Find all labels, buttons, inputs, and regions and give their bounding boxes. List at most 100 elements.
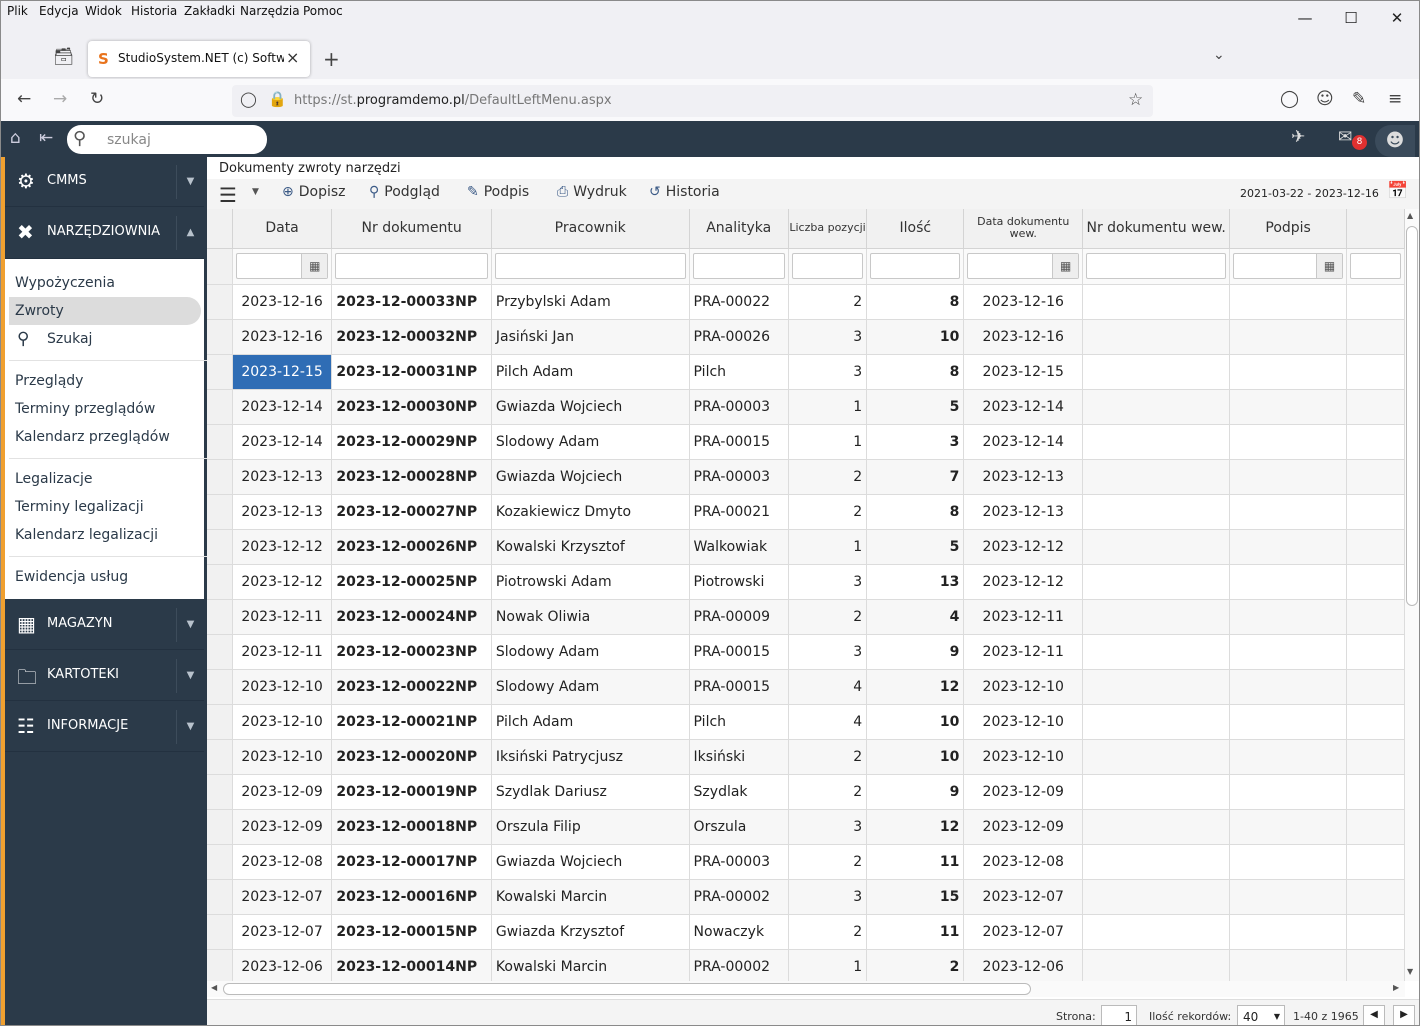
print-button[interactable]: ⎙ Wydruk [557, 184, 627, 200]
cell-podpis[interactable] [1229, 459, 1348, 495]
new-tab-icon[interactable]: + [323, 47, 340, 71]
table-row[interactable]: 2023-12-13 2023-12-00028NP Gwiazda Wojciec… [207, 459, 1405, 495]
cell-nr-dokumentu[interactable]: 2023-12-00022NP [331, 669, 492, 705]
cell-nr-dokumentu-wew[interactable] [1082, 739, 1231, 775]
cell-data-dokumentu-wew[interactable]: 2023-12-13 [963, 494, 1084, 530]
cell-data[interactable]: 2023-12-12 [232, 529, 333, 565]
cell-analityka[interactable]: Nowaczyk [689, 914, 789, 950]
cell-data-dokumentu-wew[interactable]: 2023-12-15 [963, 354, 1084, 390]
cell-pracownik[interactable]: Pilch Adam [491, 704, 690, 740]
cell-data[interactable]: 2023-12-15 [232, 354, 333, 390]
cell-podpis[interactable] [1229, 389, 1348, 425]
row-indicator[interactable] [207, 634, 233, 670]
sidebar-section-cmms[interactable]: ⚙ CMMS ▼ [5, 157, 204, 207]
chevron-down-icon[interactable]: ▼ [176, 165, 204, 199]
lock-icon[interactable]: 🔒 [268, 90, 287, 108]
column-header-podpis[interactable]: Podpis [1229, 209, 1348, 249]
cell-liczba-pozycji[interactable]: 2 [788, 774, 868, 810]
sidebar-item-kalendarz-legalizacji[interactable]: Kalendarz legalizacji [15, 527, 158, 543]
cell-pracownik[interactable]: Slodowy Adam [491, 669, 690, 705]
cell-data[interactable]: 2023-12-09 [232, 809, 333, 845]
cell-podpis[interactable] [1229, 914, 1348, 950]
cell-analityka[interactable]: Iksiński [689, 739, 789, 775]
sidebar-item-kalendarz-przegladow[interactable]: Kalendarz przeglądów [15, 429, 170, 445]
plane-icon[interactable]: ✈ [1291, 127, 1305, 147]
table-row[interactable]: 2023-12-07 2023-12-00016NP Kowalski Marcin… [207, 879, 1405, 915]
cell-nr-dokumentu-wew[interactable] [1082, 319, 1231, 355]
cell-nr-dokumentu[interactable]: 2023-12-00024NP [331, 599, 492, 635]
table-row[interactable]: 2023-12-15 2023-12-00031NP Pilch Adam Pilch… [207, 354, 1405, 390]
cell-pracownik[interactable]: Kowalski Marcin [491, 949, 690, 981]
cell-data-dokumentu-wew[interactable]: 2023-12-09 [963, 809, 1084, 845]
cell-nr-dokumentu-wew[interactable] [1082, 809, 1231, 845]
cell-nr-dokumentu[interactable]: 2023-12-00032NP [331, 319, 492, 355]
cell-ilosc[interactable]: 8 [866, 494, 965, 530]
table-row[interactable]: 2023-12-11 2023-12-00023NP Slodowy Adam PRA… [207, 634, 1405, 670]
cell-analityka[interactable]: PRA-00015 [689, 669, 789, 705]
cell-ilosc[interactable]: 10 [866, 319, 965, 355]
filter-liczba-pozycji[interactable] [788, 248, 868, 285]
cell-data[interactable]: 2023-12-11 [232, 634, 333, 670]
cell-analityka[interactable]: PRA-00021 [689, 494, 789, 530]
cell-podpis[interactable] [1229, 424, 1348, 460]
cell-liczba-pozycji[interactable]: 1 [788, 389, 868, 425]
cell-pracownik[interactable]: Slodowy Adam [491, 634, 690, 670]
menu-zakladki[interactable]: Zakładki [184, 4, 235, 18]
caret-down-icon[interactable]: ▼ [252, 187, 259, 197]
cell-extra[interactable] [1346, 774, 1405, 810]
table-row[interactable]: 2023-12-09 2023-12-00019NP Szydlak Dariusz… [207, 774, 1405, 810]
table-row[interactable]: 2023-12-07 2023-12-00015NP Gwiazda Krzyszt… [207, 914, 1405, 950]
cell-data[interactable]: 2023-12-16 [232, 319, 333, 355]
cell-extra[interactable] [1346, 459, 1405, 495]
row-indicator[interactable] [207, 739, 233, 775]
cell-data[interactable]: 2023-12-07 [232, 879, 333, 915]
table-row[interactable]: 2023-12-08 2023-12-00017NP Gwiazda Wojciec… [207, 844, 1405, 880]
row-indicator[interactable] [207, 809, 233, 845]
cell-pracownik[interactable]: Slodowy Adam [491, 424, 690, 460]
column-header-ilosc[interactable]: Ilość [866, 209, 965, 249]
cell-analityka[interactable]: PRA-00009 [689, 599, 789, 635]
row-indicator[interactable] [207, 564, 233, 600]
cell-nr-dokumentu-wew[interactable] [1082, 529, 1231, 565]
cell-data-dokumentu-wew[interactable]: 2023-12-16 [963, 319, 1084, 355]
cell-liczba-pozycji[interactable]: 3 [788, 879, 868, 915]
row-indicator[interactable] [207, 284, 233, 320]
cell-ilosc[interactable]: 8 [866, 284, 965, 320]
date-range[interactable]: 2021-03-22 - 2023-12-16 [1240, 187, 1379, 200]
cell-data-dokumentu-wew[interactable]: 2023-12-12 [963, 529, 1084, 565]
cell-data[interactable]: 2023-12-14 [232, 389, 333, 425]
cell-podpis[interactable] [1229, 634, 1348, 670]
cell-data[interactable]: 2023-12-10 [232, 669, 333, 705]
cell-pracownik[interactable]: Przybylski Adam [491, 284, 690, 320]
row-indicator[interactable] [207, 879, 233, 915]
cell-ilosc[interactable]: 12 [866, 809, 965, 845]
cell-data-dokumentu-wew[interactable]: 2023-12-14 [963, 389, 1084, 425]
cell-analityka[interactable]: PRA-00022 [689, 284, 789, 320]
cell-pracownik[interactable]: Kowalski Krzysztof [491, 529, 690, 565]
cell-data-dokumentu-wew[interactable]: 2023-12-13 [963, 459, 1084, 495]
row-indicator[interactable] [207, 319, 233, 355]
mail-icon[interactable]: ✉ [1338, 127, 1352, 147]
cell-ilosc[interactable]: 13 [866, 564, 965, 600]
cell-analityka[interactable]: PRA-00002 [689, 879, 789, 915]
table-row[interactable]: 2023-12-14 2023-12-00029NP Slodowy Adam PRA… [207, 424, 1405, 460]
column-header-analityka[interactable]: Analityka [689, 209, 789, 249]
cell-pracownik[interactable]: Nowak Oliwia [491, 599, 690, 635]
cell-liczba-pozycji[interactable]: 2 [788, 739, 868, 775]
cell-nr-dokumentu[interactable]: 2023-12-00027NP [331, 494, 492, 530]
cell-pracownik[interactable]: Szydlak Dariusz [491, 774, 690, 810]
cell-extra[interactable] [1346, 599, 1405, 635]
cell-extra[interactable] [1346, 634, 1405, 670]
cell-nr-dokumentu-wew[interactable] [1082, 949, 1231, 981]
cell-liczba-pozycji[interactable]: 3 [788, 809, 868, 845]
calendar-icon[interactable]: ▦ [301, 254, 328, 278]
cell-ilosc[interactable]: 11 [866, 844, 965, 880]
row-indicator[interactable] [207, 774, 233, 810]
calendar-icon[interactable]: ▦ [1052, 254, 1079, 278]
cell-data[interactable]: 2023-12-10 [232, 739, 333, 775]
cell-ilosc[interactable]: 3 [866, 424, 965, 460]
cell-podpis[interactable] [1229, 529, 1348, 565]
cell-nr-dokumentu[interactable]: 2023-12-00031NP [331, 354, 492, 390]
sidebar-item-legalizacje[interactable]: Legalizacje [15, 471, 93, 487]
filter-data-dokumentu-wew[interactable]: ▦ [963, 248, 1084, 285]
